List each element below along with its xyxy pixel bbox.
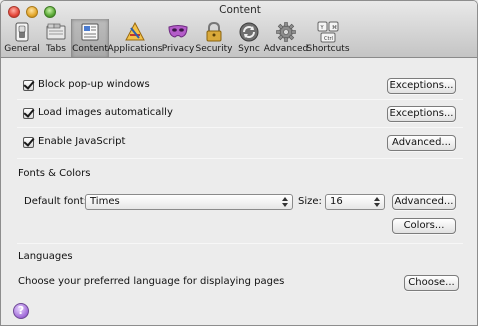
enable-javascript-checkbox[interactable] [23,137,34,148]
tab-label: Sync [238,44,260,54]
block-popups-checkbox[interactable] [23,80,34,91]
keyboard-icon: Y ⌘ Ctrl [317,21,339,43]
content-icon [81,23,99,41]
toolbar: Content General Tabs Content Application… [1,1,477,58]
block-popups-label: Block pop-up windows [38,79,150,90]
tab-sync[interactable]: Sync [233,19,265,57]
select-arrows-icon [282,197,288,207]
help-button[interactable]: ? [13,303,29,319]
fonts-advanced-button[interactable]: Advanced... [392,194,456,210]
tab-general[interactable]: General [3,19,41,57]
select-arrows-icon [374,197,380,207]
applications-icon [125,21,145,41]
divider [17,127,463,128]
divider [17,243,463,244]
tab-label: Tabs [46,44,66,54]
languages-description: Choose your preferred language for displ… [18,276,285,287]
preferences-window: Content General Tabs Content Application… [0,0,478,326]
fonts-colors-heading: Fonts & Colors [18,168,91,179]
tab-label: Shortcuts [306,44,350,54]
javascript-advanced-button[interactable]: Advanced... [387,135,456,151]
tab-advanced[interactable]: Advanced [263,19,309,57]
default-font-value: Times [90,196,120,207]
svg-text:Ctrl: Ctrl [324,36,333,42]
images-exceptions-button[interactable]: Exceptions... [387,106,456,122]
lock-icon [206,21,222,42]
default-font-label: Default font: [24,196,87,207]
sync-icon [239,22,259,42]
choose-language-button[interactable]: Choose... [404,275,459,291]
tab-tabs[interactable]: Tabs [41,19,71,57]
window-title: Content [219,4,261,16]
mask-icon [168,25,188,38]
enable-javascript-label: Enable JavaScript [38,136,126,147]
divider [17,158,463,159]
font-size-select[interactable]: 16 [325,194,385,210]
preferences-tabs: General Tabs Content Applications Privac… [3,19,350,57]
colors-button[interactable]: Colors... [392,218,456,234]
tab-security[interactable]: Security [195,19,233,57]
tab-content[interactable]: Content [71,19,109,57]
tab-label: General [4,44,40,54]
svg-text:⌘: ⌘ [332,25,337,31]
default-font-select[interactable]: Times [85,194,293,210]
load-images-checkbox[interactable] [23,108,34,119]
tab-shortcuts[interactable]: Y ⌘ Ctrl Shortcuts [306,19,350,57]
divider [17,99,463,100]
load-images-label: Load images automatically [38,107,173,118]
gear-icon [276,22,296,42]
tab-label: Privacy [161,44,195,54]
tabs-icon [46,23,66,40]
popup-exceptions-button[interactable]: Exceptions... [387,78,456,94]
tab-privacy[interactable]: Privacy [161,19,195,57]
tab-applications[interactable]: Applications [107,19,163,57]
tab-label: Advanced [263,44,309,54]
tab-label: Security [195,44,233,54]
size-label: Size: [298,196,322,207]
languages-heading: Languages [18,251,73,262]
switch-icon [15,22,29,42]
tab-label: Applications [107,44,163,54]
font-size-value: 16 [330,196,343,207]
tab-label: Content [72,44,108,54]
